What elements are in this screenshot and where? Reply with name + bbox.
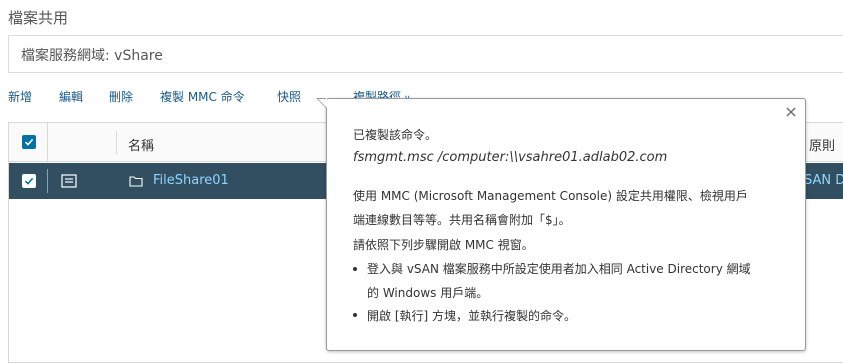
row-policy-value: SAN D — [804, 173, 843, 188]
description-line-1: 使用 MMC (Microsoft Management Console) 設定… — [353, 189, 748, 203]
select-all-checkbox[interactable] — [22, 135, 36, 149]
column-header-name[interactable]: 名稱 — [128, 135, 154, 154]
checkmark-icon — [24, 138, 34, 146]
steps-intro: 請依照下列步驟開啟 MMC 視窗。 — [353, 238, 534, 252]
popover-arrow-inner — [318, 99, 327, 108]
details-icon[interactable] — [61, 174, 77, 188]
file-service-domain-box: 檔案服務網域: vShare — [8, 35, 843, 73]
column-divider — [116, 131, 117, 154]
step-2: 開啟 [執行] 方塊，並執行複製的命令。 — [367, 309, 576, 323]
row-divider — [47, 169, 48, 193]
snapshot-button[interactable]: 快照 — [277, 88, 301, 105]
add-button[interactable]: 新增 — [8, 88, 32, 105]
close-icon[interactable] — [785, 106, 797, 118]
delete-button[interactable]: 刪除 — [109, 88, 133, 105]
column-header-policy[interactable]: 原則 — [809, 135, 835, 154]
checkmark-icon — [24, 177, 34, 185]
mmc-command-text: fsmgmt.msc /computer:\\vsahre01.adlab02.… — [353, 150, 668, 165]
copy-mmc-command-button[interactable]: 複製 MMC 命令 — [160, 88, 245, 105]
folder-icon — [129, 176, 143, 187]
copy-command-popover: 已複製該命令。 fsmgmt.msc /computer:\\vsahre01.… — [326, 98, 806, 351]
row-checkbox[interactable] — [22, 174, 36, 188]
edit-button[interactable]: 編輯 — [59, 88, 83, 105]
step-1-line-1: 登入與 vSAN 檔案服務中所設定使用者加入相同 Active Director… — [367, 262, 751, 276]
page-title: 檔案共用 — [8, 9, 69, 27]
copied-message: 已複製該命令。 — [353, 128, 438, 142]
bullet — [353, 267, 357, 271]
file-share-name-link[interactable]: FileShare01 — [153, 173, 229, 188]
bullet — [353, 313, 357, 317]
step-1-line-2: 的 Windows 用戶端。 — [367, 286, 489, 300]
column-divider — [47, 123, 48, 162]
file-service-domain-label: 檔案服務網域: vShare — [21, 48, 163, 64]
description-line-2: 端連線數目等等。共用名稱會附加「$」。 — [353, 213, 571, 227]
